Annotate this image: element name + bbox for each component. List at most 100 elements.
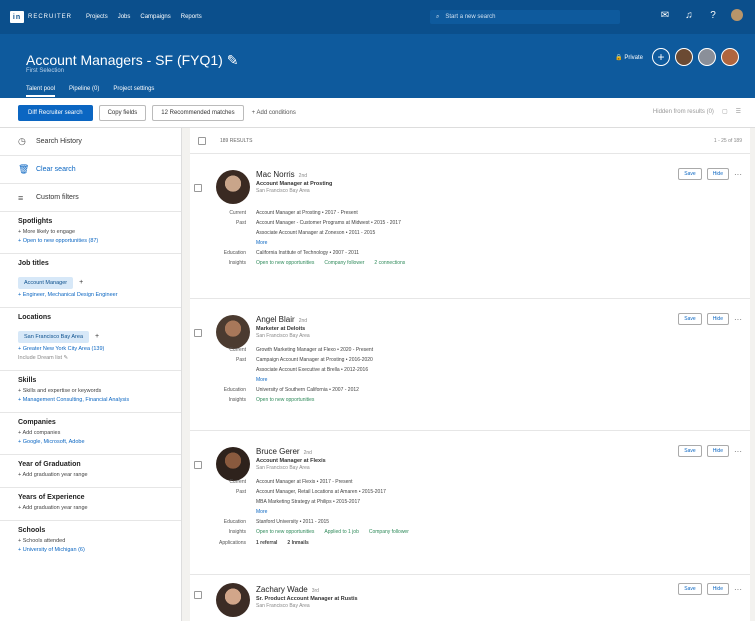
candidate-name[interactable]: Bruce Gerer 2nd — [256, 447, 312, 456]
add-member-icon[interactable]: + — [652, 48, 670, 66]
save-button[interactable]: Save — [678, 583, 702, 595]
hide-button[interactable]: Hide — [706, 168, 729, 180]
copy-fields-button[interactable]: Copy fields — [98, 104, 147, 121]
hide-button[interactable]: Hide — [706, 583, 729, 595]
hide-button[interactable]: Hide — [706, 445, 729, 457]
skills-title: Skills — [18, 377, 37, 384]
insight-follower[interactable]: Company follower — [369, 529, 409, 535]
candidate-card[interactable]: Angel Blair 2nd Marketer at Deloits San F… — [190, 299, 750, 431]
candidate-card[interactable]: Mac Norris 2nd Account Manager at Prostin… — [190, 154, 750, 299]
more-icon[interactable]: ··· — [734, 447, 742, 456]
candidate-checkbox[interactable] — [194, 591, 202, 599]
candidate-card[interactable]: Zachary Wade 3rd Sr. Product Account Mana… — [190, 575, 750, 621]
candidate-card[interactable]: Bruce Gerer 2nd Account Manager at Flexis… — [190, 431, 750, 575]
save-button[interactable]: Save — [678, 445, 702, 457]
add-job-title-icon[interactable]: + — [79, 279, 83, 286]
results-panel: 189 RESULTS 1 - 25 of 189 Mac Norris 2nd … — [190, 128, 750, 621]
filter-graduation-year: Year of Graduation + Add graduation year… — [0, 455, 181, 488]
tab-talent-pool[interactable]: Talent pool — [26, 86, 56, 97]
graduation-add[interactable]: + Add graduation year range — [18, 472, 163, 478]
skills-suggestion[interactable]: + Management Consulting, Financial Analy… — [18, 397, 163, 403]
spotlight-open[interactable]: + Open to new opportunities (87) — [18, 238, 163, 244]
filter-experience: Years of Experience + Add graduation yea… — [0, 488, 181, 521]
more-link[interactable]: More — [204, 238, 704, 248]
member-avatar[interactable] — [698, 48, 716, 66]
nav-jobs[interactable]: Jobs — [118, 14, 131, 20]
skills-add[interactable]: + Skills and expertise or keywords — [18, 388, 163, 394]
candidate-name[interactable]: Zachary Wade 3rd — [256, 585, 319, 594]
candidate-checkbox[interactable] — [194, 461, 202, 469]
filter-job-titles: Job titles Account Manager + + Engineer, … — [0, 254, 181, 308]
insights-row: Insights Open to new opportunities — [228, 397, 315, 403]
schools-suggestion[interactable]: + University of Michigan (6) — [18, 547, 163, 553]
list-view-icon[interactable]: ☰ — [736, 108, 741, 115]
save-button[interactable]: Save — [678, 168, 702, 180]
nav-projects[interactable]: Projects — [86, 14, 108, 20]
more-link[interactable]: More — [204, 375, 704, 385]
companies-suggestion[interactable]: + Google, Microsoft, Adobe — [18, 439, 163, 445]
location-suggestion[interactable]: + Greater New York City Area (139) — [18, 346, 163, 352]
save-button[interactable]: Save — [678, 313, 702, 325]
job-title-chip[interactable]: Account Manager — [18, 277, 74, 289]
schools-add[interactable]: + Schools attended — [18, 538, 163, 544]
edit-pencil-icon[interactable]: ✎ — [227, 52, 239, 68]
hidden-results-link[interactable]: Hidden from results (0) — [653, 109, 714, 115]
filter-spotlights: Spotlights + More likely to engage + Ope… — [0, 212, 181, 254]
pagination[interactable]: 1 - 25 of 189 — [714, 138, 742, 144]
recruiter-logo[interactable]: in RECRUITER — [10, 11, 72, 23]
clear-search-link[interactable]: 🗑 Clear search — [0, 156, 181, 184]
avatar[interactable] — [216, 583, 250, 617]
hide-button[interactable]: Hide — [706, 313, 729, 325]
grid-view-icon[interactable]: ▢ — [722, 108, 728, 115]
search-input[interactable]: ⌕ Start a new search — [430, 10, 620, 24]
avatar[interactable] — [216, 447, 250, 481]
insight-applied[interactable]: Applied to 1 job — [324, 529, 358, 535]
more-icon[interactable]: ··· — [734, 315, 742, 324]
companies-add[interactable]: + Add companies — [18, 430, 163, 436]
candidate-headline: Account Manager at Prosting — [256, 181, 333, 187]
top-icons: ✉ ♫ ? — [659, 9, 743, 21]
add-location-icon[interactable]: + — [95, 333, 99, 340]
experience-add[interactable]: + Add graduation year range — [18, 505, 163, 511]
referral-count[interactable]: 1 referral — [256, 540, 277, 546]
nav-campaigns[interactable]: Campaigns — [140, 14, 170, 20]
more-icon[interactable]: ··· — [734, 170, 742, 179]
nav-reports[interactable]: Reports — [181, 14, 202, 20]
tab-pipeline[interactable]: Pipeline (0) — [69, 86, 99, 97]
candidate-headline: Marketer at Deloits — [256, 326, 306, 332]
search-history-link[interactable]: ◷ Search History — [0, 128, 181, 156]
notifications-icon[interactable]: ♫ — [683, 9, 695, 21]
select-all-checkbox[interactable] — [198, 136, 206, 145]
location-chip[interactable]: San Francisco Bay Area — [18, 331, 90, 343]
profile-avatar[interactable] — [731, 9, 743, 21]
more-icon[interactable]: ··· — [734, 585, 742, 594]
insight-follower[interactable]: Company follower — [324, 260, 364, 266]
candidate-details: Current Account Manager at Prosting • 201… — [204, 208, 704, 268]
spotlight-engage[interactable]: + More likely to engage — [18, 229, 163, 235]
help-icon[interactable]: ? — [707, 9, 719, 21]
messages-icon[interactable]: ✉ — [659, 9, 671, 21]
insight-connections[interactable]: 2 connections — [374, 260, 405, 266]
more-link[interactable]: More — [204, 507, 704, 517]
job-title-suggestion[interactable]: + Engineer, Mechanical Design Engineer — [18, 292, 163, 298]
insight-open[interactable]: Open to new opportunities — [256, 397, 314, 403]
candidate-checkbox[interactable] — [194, 184, 202, 192]
insight-open[interactable]: Open to new opportunities — [256, 529, 314, 535]
recommended-matches-button[interactable]: 12 Recommended matches — [152, 104, 244, 121]
insight-open[interactable]: Open to new opportunities — [256, 260, 314, 266]
recruiter-search-button[interactable]: Diff Recruiter search — [18, 104, 93, 121]
member-avatar[interactable] — [721, 48, 739, 66]
tab-project-settings[interactable]: Project settings — [113, 86, 154, 97]
candidate-name[interactable]: Angel Blair 2nd — [256, 315, 307, 324]
avatar[interactable] — [216, 315, 250, 349]
add-conditions-button[interactable]: + Add conditions — [252, 110, 296, 116]
candidate-name[interactable]: Mac Norris 2nd — [256, 170, 307, 179]
custom-filters-link[interactable]: ≡ Custom filters — [0, 184, 181, 212]
private-label[interactable]: 🔒 Private — [615, 54, 643, 61]
avatar[interactable] — [216, 170, 250, 204]
candidate-checkbox[interactable] — [194, 329, 202, 337]
inmail-count[interactable]: 2 Inmails — [287, 540, 308, 546]
toolbar-right: Hidden from results (0) ▢ ☰ — [653, 108, 741, 116]
location-extra[interactable]: Include Dream list ✎ — [18, 355, 163, 361]
member-avatar[interactable] — [675, 48, 693, 66]
